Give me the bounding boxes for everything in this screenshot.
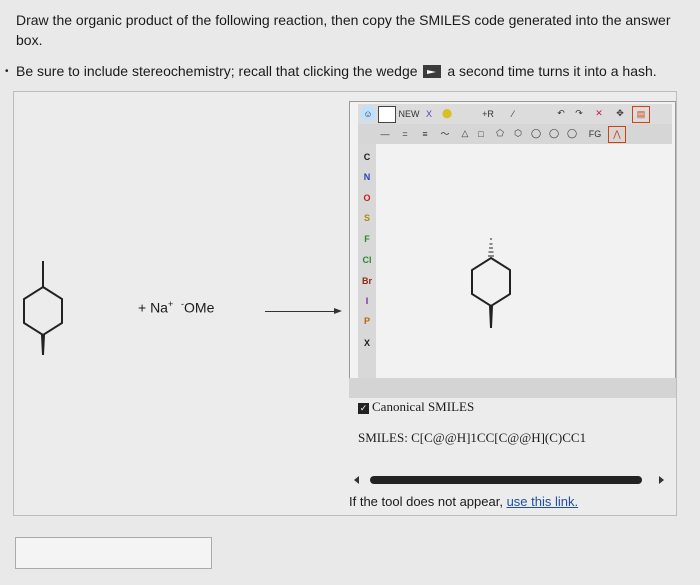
answer-input[interactable] <box>15 537 212 569</box>
reaction-arrow <box>265 311 337 312</box>
redo-icon[interactable]: ↷ <box>572 106 586 121</box>
double-bond-icon[interactable]: = <box>398 126 412 141</box>
move-icon[interactable]: ✥ <box>612 106 628 121</box>
reaction-arrow-icon[interactable]: ⋀ <box>608 126 626 143</box>
scroll-left-icon[interactable] <box>354 476 359 484</box>
bond-tool-icon[interactable]: ⁄ <box>506 106 520 121</box>
cyclopentane-icon[interactable]: ⬠ <box>492 126 508 141</box>
editor-toolbar-top: ☺ NEW X ⬤ +R ⁄ ↶ ↷ ✕ ✥ ▤ <box>358 104 672 124</box>
cyclobutane-icon[interactable]: □ <box>474 126 488 141</box>
editor-status-bar <box>349 378 676 398</box>
atom-toolbar: C N O S F Cl Br I P X <box>358 144 376 384</box>
cyclopropane-icon[interactable]: △ <box>458 126 472 141</box>
question-text: Draw the organic product of the followin… <box>16 12 671 48</box>
charge-icon[interactable]: ⬤ <box>440 106 454 121</box>
cyclooctane-icon[interactable]: ◯ <box>564 126 580 141</box>
triple-bond-icon[interactable]: ≡ <box>418 126 432 141</box>
smiles-output[interactable]: SMILES: C[C@@H]1CC[C@@H](C)CC1 <box>358 430 586 446</box>
chain-icon[interactable]: 〜 <box>438 126 452 141</box>
atom-p-button[interactable]: P <box>358 316 376 326</box>
cycloheptane-icon[interactable]: ◯ <box>546 126 562 141</box>
atom-s-button[interactable]: S <box>358 213 376 223</box>
benzene-icon[interactable]: ⬡ <box>510 126 526 141</box>
clear-icon[interactable]: ✕ <box>592 106 606 121</box>
canonical-smiles-option[interactable]: ✓ Canonical SMILES <box>358 399 474 415</box>
single-bond-icon[interactable]: — <box>378 126 392 141</box>
instruction-pre: Be sure to include stereochemistry; reca… <box>16 63 418 79</box>
undo-icon[interactable]: ↶ <box>554 106 568 121</box>
atom-o-button[interactable]: O <box>358 193 376 203</box>
atom-i-button[interactable]: I <box>358 296 376 306</box>
rgroup-icon[interactable]: +R <box>478 106 498 121</box>
atom-n-button[interactable]: N <box>358 172 376 182</box>
scroll-right-icon[interactable] <box>659 476 664 484</box>
new-label[interactable]: NEW <box>398 106 420 121</box>
new-button[interactable] <box>378 106 396 123</box>
atom-f-button[interactable]: F <box>358 234 376 244</box>
product-structure[interactable] <box>468 236 516 332</box>
atom-c-button[interactable]: C <box>358 152 376 162</box>
bullet-icon: • <box>5 66 9 77</box>
atom-br-button[interactable]: Br <box>358 276 376 286</box>
arrow-head-icon <box>334 308 342 314</box>
reagent-label: + Na+ -OMe <box>138 299 215 316</box>
functional-group-button[interactable]: FG <box>586 126 604 141</box>
template-icon[interactable]: ▤ <box>632 106 650 123</box>
canonical-label: Canonical SMILES <box>372 399 475 414</box>
instruction-post: a second time turns it into a hash. <box>447 63 657 79</box>
atom-x-button[interactable]: X <box>358 338 376 348</box>
delete-icon[interactable]: X <box>422 106 436 121</box>
tool-fallback-notice: If the tool does not appear, use this li… <box>349 494 579 509</box>
use-this-link[interactable]: use this link. <box>507 494 579 509</box>
smiley-icon[interactable]: ☺ <box>360 106 376 121</box>
stereo-instruction: Be sure to include stereochemistry; reca… <box>16 63 657 79</box>
reactant-structure <box>23 261 63 355</box>
wedge-icon <box>423 64 442 78</box>
editor-toolbar-bonds: — = ≡ 〜 △ □ ⬠ ⬡ ◯ ◯ ◯ FG ⋀ <box>358 124 672 144</box>
checkbox-icon[interactable]: ✓ <box>358 403 369 414</box>
atom-cl-button[interactable]: Cl <box>358 255 376 265</box>
cyclohexane-icon[interactable]: ◯ <box>528 126 544 141</box>
horizontal-scrollbar[interactable] <box>370 476 642 484</box>
